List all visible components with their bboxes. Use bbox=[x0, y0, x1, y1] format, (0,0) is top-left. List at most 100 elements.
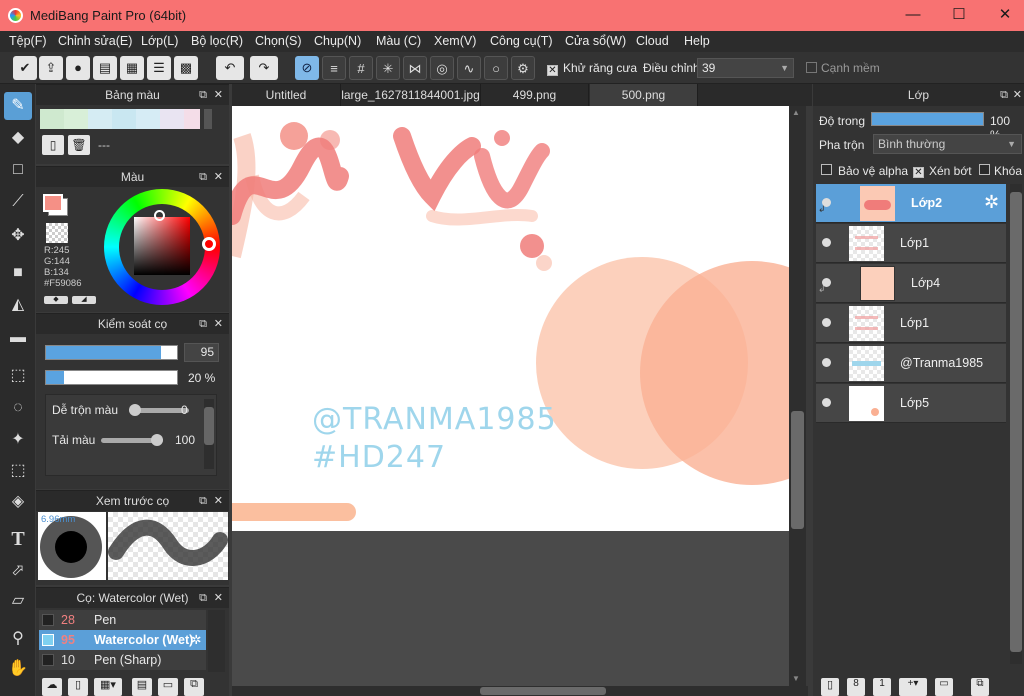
circle-snap-icon[interactable]: ○ bbox=[484, 56, 508, 80]
blend-mode-dropdown[interactable]: Bình thường ▼ bbox=[873, 134, 1022, 154]
close-icon[interactable]: ✕ bbox=[214, 85, 223, 105]
menu-cloud[interactable]: Cloud bbox=[636, 34, 669, 48]
scroll-down-icon[interactable]: ▼ bbox=[792, 674, 800, 683]
new-8bit-layer-icon[interactable]: 8 bbox=[847, 678, 865, 696]
menu-help[interactable]: Help bbox=[684, 34, 710, 48]
close-button[interactable]: ✕ bbox=[982, 4, 1024, 28]
brush-item-selected[interactable]: 95 Watercolor (Wet) ✲ bbox=[39, 630, 206, 650]
duplicate-layer-icon[interactable]: ⧉ bbox=[971, 678, 989, 696]
menu-file[interactable]: Tệp(F) bbox=[9, 34, 47, 48]
close-icon[interactable]: ✕ bbox=[1013, 84, 1022, 106]
new-palette-icon[interactable]: ▯ bbox=[42, 135, 64, 155]
minimize-button[interactable]: — bbox=[890, 4, 936, 28]
layer-row[interactable]: ↲ Lớp4 bbox=[816, 264, 1006, 303]
close-icon[interactable]: ✕ bbox=[214, 167, 223, 187]
cloud-brush-icon[interactable]: ☁ bbox=[42, 678, 62, 696]
eraser-tool-icon[interactable]: ◆ bbox=[4, 124, 32, 152]
snap-off-icon[interactable]: ⊘ bbox=[295, 56, 319, 80]
foreground-color-swatch[interactable] bbox=[43, 194, 63, 212]
new-1bit-layer-icon[interactable]: 1 bbox=[873, 678, 891, 696]
share-icon[interactable]: ⇪ bbox=[39, 56, 63, 80]
select-pen-tool-icon[interactable]: ⬚ bbox=[4, 457, 32, 485]
layer-row-selected[interactable]: ↲ Lớp2 ✲ bbox=[816, 184, 1006, 223]
radial-snap-icon[interactable]: ✳ bbox=[376, 56, 400, 80]
palette-scrollbar[interactable] bbox=[204, 109, 212, 129]
bucket-tool-icon[interactable]: ◭ bbox=[4, 291, 32, 319]
gradient-tool-icon[interactable]: ▬ bbox=[4, 324, 32, 352]
duplicate-icon[interactable]: ⧉ bbox=[184, 678, 204, 696]
select-eraser-tool-icon[interactable]: ◈ bbox=[4, 488, 32, 516]
popout-icon[interactable]: ⧉ bbox=[199, 588, 207, 608]
canvas[interactable]: @TRANMA1985 #HD247 bbox=[232, 106, 789, 531]
layer-opacity-slider[interactable] bbox=[871, 112, 984, 126]
eyedropper-tool-icon[interactable]: ⚲ bbox=[4, 625, 32, 653]
menu-snap[interactable]: Chụp(N) bbox=[314, 34, 361, 48]
scroll-up-icon[interactable]: ▲ bbox=[792, 108, 800, 117]
brush-list-scrollbar[interactable] bbox=[208, 610, 225, 672]
chat-icon[interactable]: ▤ bbox=[93, 56, 117, 80]
brush-size-value[interactable]: 95 bbox=[184, 343, 219, 362]
layers-scrollbar[interactable] bbox=[1010, 184, 1022, 664]
menu-window[interactable]: Cửa sổ(W) bbox=[565, 34, 626, 48]
new-layer-icon[interactable]: ▯ bbox=[821, 678, 839, 696]
menu-select[interactable]: Chọn(S) bbox=[255, 34, 302, 48]
close-icon[interactable]: ✕ bbox=[214, 314, 223, 334]
mix-slider[interactable] bbox=[129, 404, 189, 416]
layer-settings-gear-icon[interactable]: ✲ bbox=[984, 192, 999, 213]
brush-doc-icon[interactable]: ▤ bbox=[132, 678, 152, 696]
visibility-eye-icon[interactable] bbox=[822, 238, 831, 247]
saturation-value-square[interactable] bbox=[134, 217, 190, 275]
hue-ring[interactable] bbox=[104, 189, 220, 305]
comment-icon[interactable]: ● bbox=[66, 56, 90, 80]
parallel-snap-icon[interactable]: ≡ bbox=[322, 56, 346, 80]
protect-alpha-checkbox[interactable] bbox=[821, 164, 832, 178]
list-icon[interactable]: ☰ bbox=[147, 56, 171, 80]
brush-settings-gear-icon[interactable]: ✲ bbox=[191, 630, 201, 650]
undo-icon[interactable]: ↶ bbox=[216, 56, 244, 80]
brush-item[interactable]: 10 Pen (Sharp) bbox=[39, 650, 206, 670]
layer-row[interactable]: Lớp1 bbox=[816, 224, 1006, 263]
canvas-vertical-scrollbar[interactable]: ▲ ▼ bbox=[789, 106, 806, 686]
eyedropper-small-icon[interactable]: ◢ bbox=[72, 296, 96, 304]
popout-icon[interactable]: ⧉ bbox=[199, 85, 207, 105]
maximize-button[interactable]: ☐ bbox=[936, 4, 982, 28]
select-rect-tool-icon[interactable]: ⬚ bbox=[4, 362, 32, 390]
popout-icon[interactable]: ⧉ bbox=[199, 491, 207, 511]
lasso-tool-icon[interactable]: ◌ bbox=[4, 394, 32, 422]
close-icon[interactable]: ✕ bbox=[214, 588, 223, 608]
popout-icon[interactable]: ⧉ bbox=[1000, 84, 1008, 106]
folder-icon[interactable]: ▭ bbox=[158, 678, 178, 696]
swap-colors-icon[interactable]: ◆ bbox=[44, 296, 68, 304]
antialias-checkbox[interactable]: ✕ bbox=[547, 62, 558, 76]
checkmark-icon[interactable]: ✔ bbox=[13, 56, 37, 80]
trash-icon[interactable]: 🗑 bbox=[68, 135, 90, 155]
tab-500[interactable]: 500.png bbox=[590, 84, 698, 106]
menu-tools[interactable]: Công cụ(T) bbox=[490, 34, 553, 48]
layer-row[interactable]: Lớp5 bbox=[816, 384, 1006, 423]
hand-tool-icon[interactable]: ✋ bbox=[4, 655, 32, 683]
magic-wand-tool-icon[interactable]: ✦ bbox=[4, 426, 32, 454]
add-brush-icon[interactable]: ▦▾ bbox=[94, 678, 122, 696]
brush-opacity-slider[interactable] bbox=[45, 370, 178, 385]
visibility-eye-icon[interactable] bbox=[822, 398, 831, 407]
panel-divider-tool-icon[interactable]: ▱ bbox=[4, 587, 32, 615]
brush-item[interactable]: 28 Pen bbox=[39, 610, 206, 630]
menu-color[interactable]: Màu (C) bbox=[376, 34, 421, 48]
dot-tool-icon[interactable]: ⟋ bbox=[4, 188, 32, 216]
layer-row[interactable]: Lớp1 bbox=[816, 304, 1006, 343]
sv-cursor[interactable] bbox=[154, 210, 165, 221]
lock-checkbox[interactable] bbox=[979, 164, 990, 178]
add-layer-menu-icon[interactable]: +▾ bbox=[899, 678, 927, 696]
adjust-dropdown[interactable]: 39 ▼ bbox=[697, 58, 794, 78]
visibility-eye-icon[interactable] bbox=[822, 358, 831, 367]
menu-edit[interactable]: Chỉnh sửa(E) bbox=[58, 34, 132, 48]
menu-view[interactable]: Xem(V) bbox=[434, 34, 476, 48]
vertical-scroll-thumb[interactable] bbox=[791, 411, 804, 529]
shape-tool-icon[interactable]: □ bbox=[4, 156, 32, 184]
canvas-horizontal-scrollbar[interactable] bbox=[232, 686, 808, 696]
menu-layer[interactable]: Lớp(L) bbox=[141, 34, 178, 48]
brush-tool-icon[interactable]: ✎ bbox=[4, 92, 32, 120]
curve-snap-icon[interactable]: ∿ bbox=[457, 56, 481, 80]
popout-icon[interactable]: ⧉ bbox=[199, 167, 207, 187]
tab-large-jpg[interactable]: large_1627811844001.jpg bbox=[341, 84, 481, 106]
